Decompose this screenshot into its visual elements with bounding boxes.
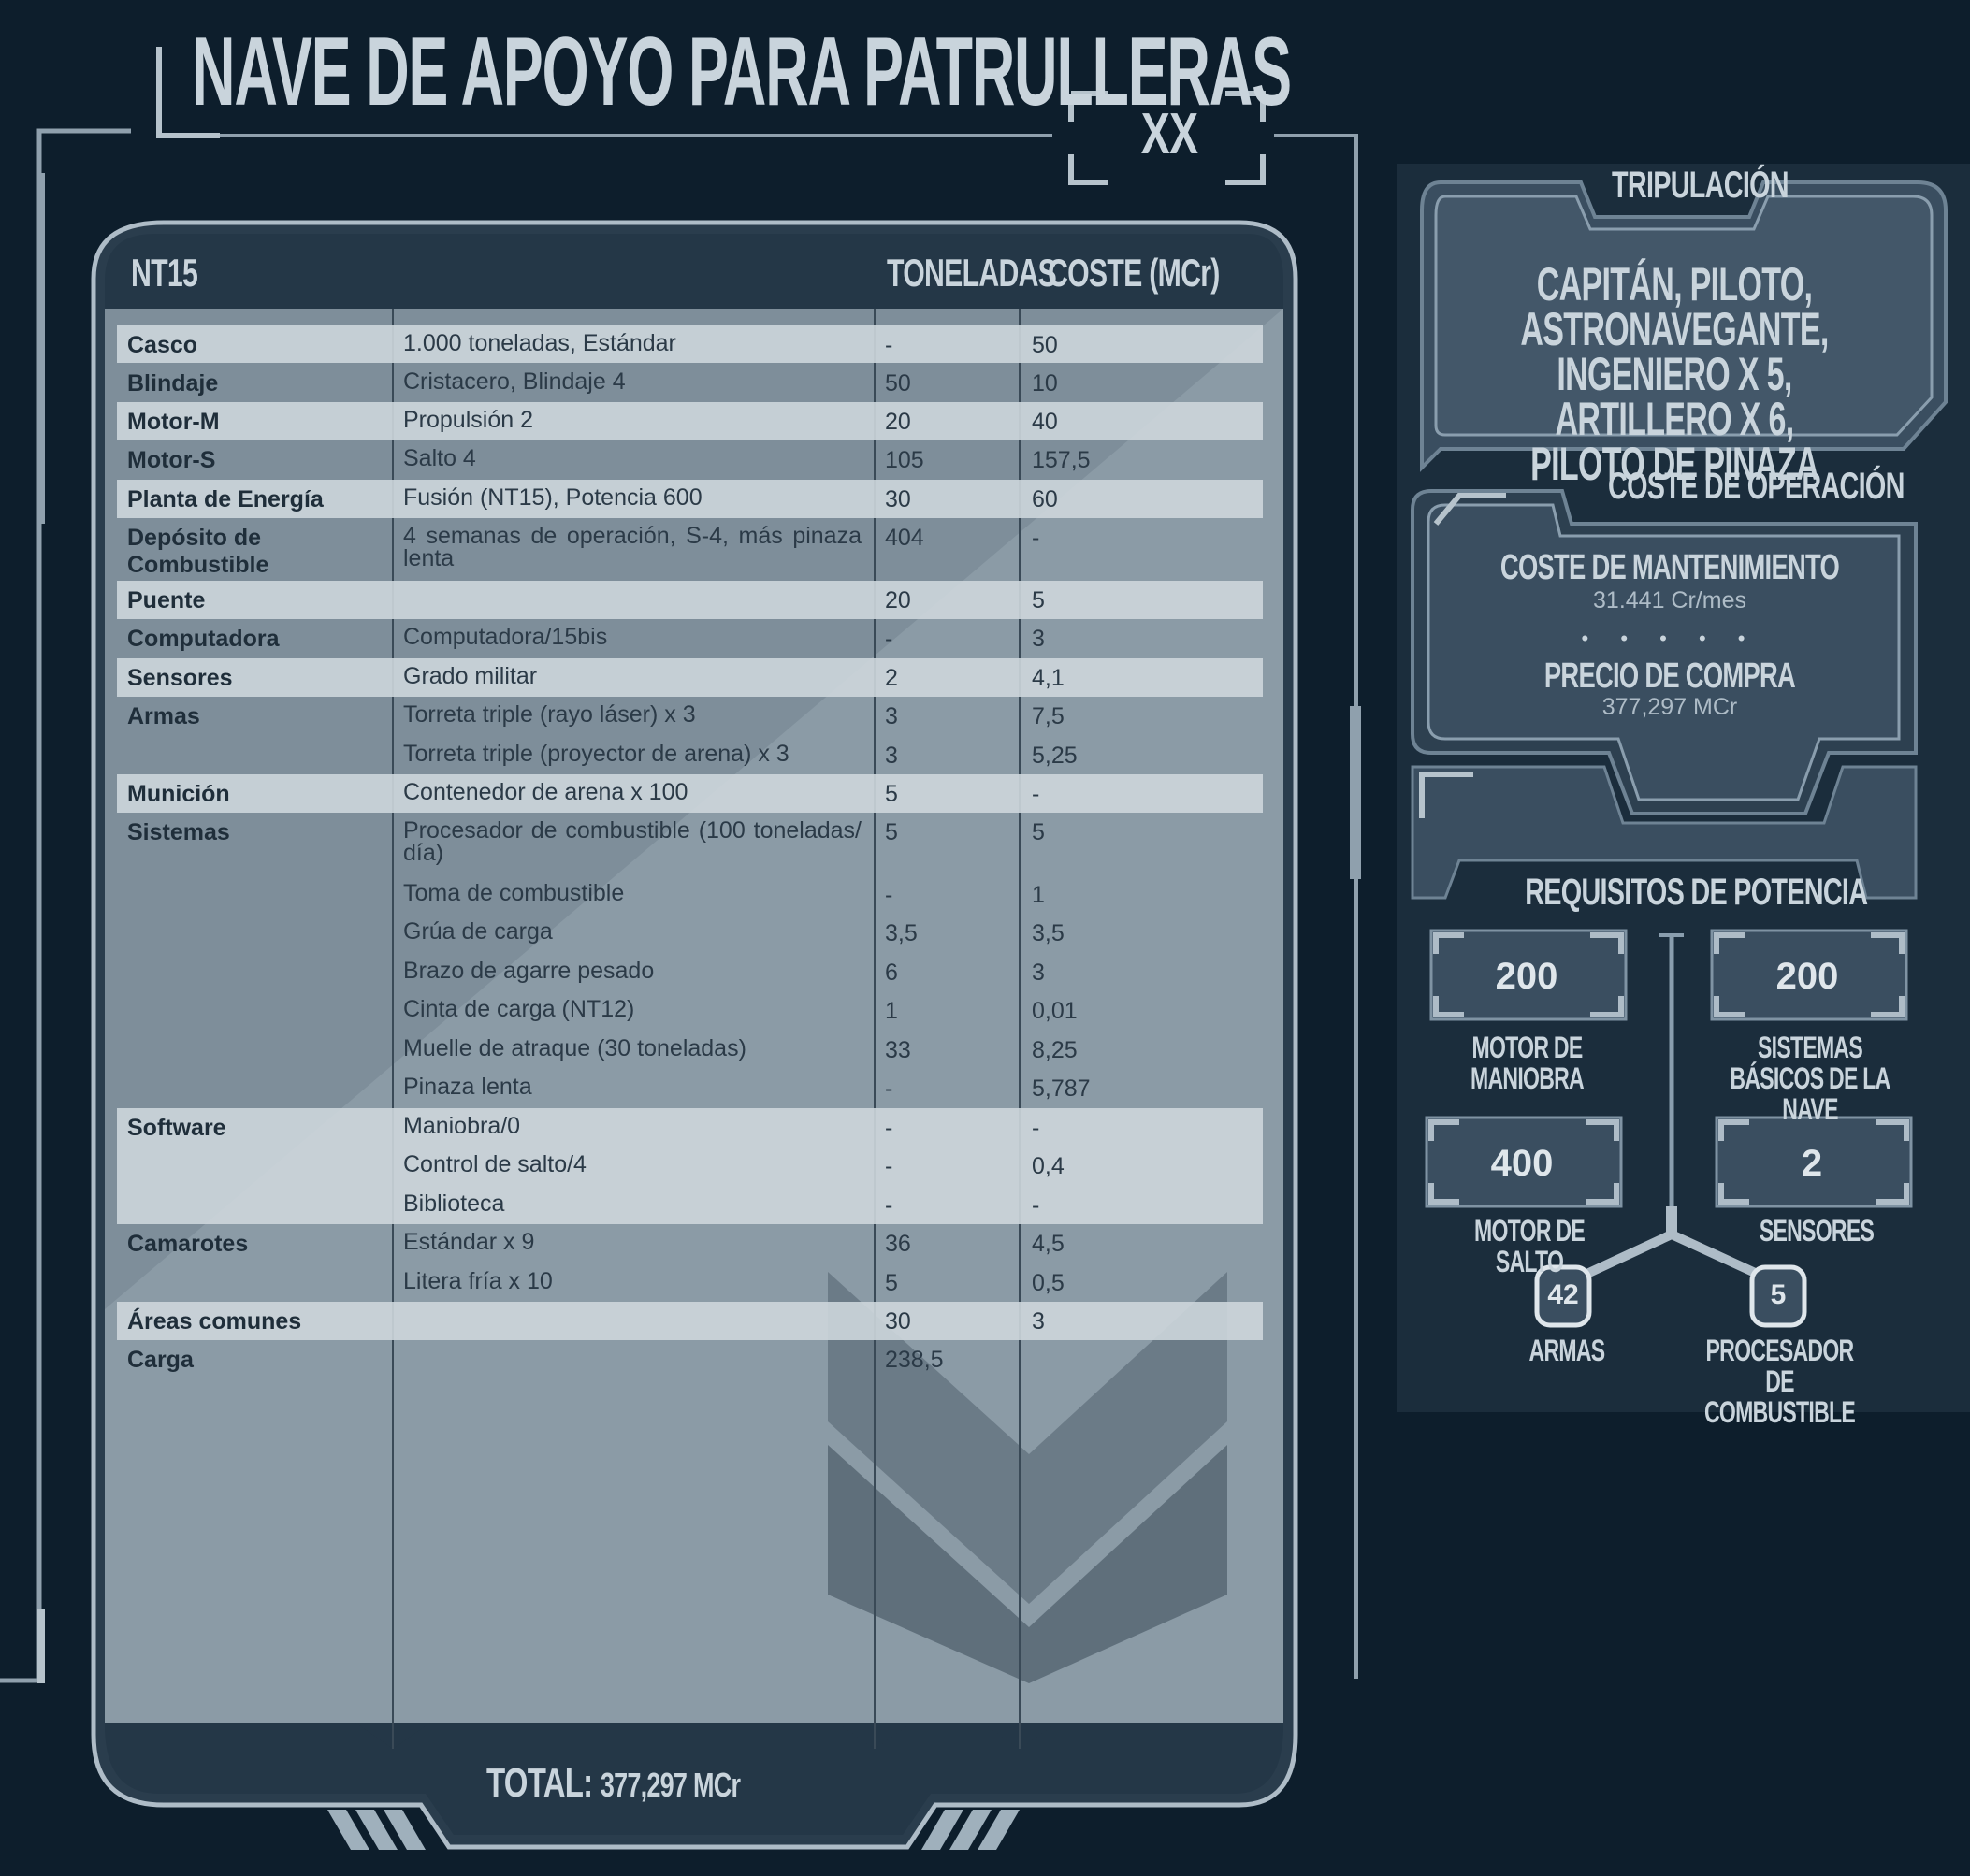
table-row: Pinaza lenta -5,787 — [403, 1074, 1091, 1103]
table-row: Puente 20 5 — [117, 581, 1263, 619]
table-row: Carga 238,5 — [127, 1347, 944, 1373]
table-row: Camarotes Estándar x 9 36 4,5 — [127, 1229, 1065, 1258]
table-row: Toma de combustible -1 — [403, 880, 1045, 909]
maneuver-power-label: MOTOR DE MANIOBRA — [1470, 1031, 1585, 1095]
weapons-power-value: 42 — [1547, 1279, 1579, 1310]
table-row: Sistemas Procesador de combustible (100 t… — [127, 817, 1045, 866]
table-row: Sensores Grado militar 2 4,1 — [117, 658, 1263, 697]
jump-power-label: MOTOR DE SALTO — [1474, 1214, 1586, 1278]
total-value: 377,297 MCr — [600, 1766, 741, 1804]
column-header-cost: COSTE (MCr) — [1048, 251, 1220, 295]
basic-power-value: 200 — [1775, 956, 1839, 997]
table-row: Planta de Energía Fusión (NT15), Potencia… — [117, 480, 1263, 518]
purchase-value: 377,297 MCr — [1601, 694, 1738, 720]
total-cost: TOTAL: 377,297 MCr — [486, 1760, 879, 1807]
maintenance-label: COSTE DE MANTENIMIENTO — [1499, 548, 1840, 587]
table-row: Motor-M Propulsión 2 20 40 — [117, 402, 1263, 440]
sensors-power-label: SENSORES — [1759, 1214, 1875, 1248]
table-row: Cinta de carga (NT12) 1 0,01 — [403, 996, 1078, 1025]
fuel-processor-power-label: PROCESADOR DE COMBUSTIBLE — [1703, 1334, 1856, 1429]
purchase-label: PRECIO DE COMPRA — [1543, 657, 1796, 696]
table-row: Áreas comunes 30 3 — [117, 1302, 1263, 1340]
table-row: Munición Contenedor de arena x 100 5- — [117, 774, 1263, 813]
crew-list: CAPITÁN, PILOTO, ASTRONAVEGANTE, INGENIE… — [1520, 258, 1829, 490]
table-row: Motor-S Salto 4 105 157,5 — [127, 445, 1091, 474]
table-row: Litera fría x 10 5 0,5 — [403, 1268, 1065, 1297]
table-row: Armas Torreta triple (rayo láser) x 3 3 7,5 — [127, 701, 1065, 730]
maintenance-value: 31.441 Cr/mes — [1593, 587, 1746, 613]
maneuver-power-value: 200 — [1495, 956, 1558, 997]
table-row: Brazo de agarre pesado 6 3 — [403, 958, 1045, 987]
table-row: Software Maniobra/0- - — [117, 1108, 1263, 1147]
jump-power-value: 400 — [1490, 1143, 1554, 1184]
tech-level: NT15 — [131, 251, 198, 295]
table-row: Blindaje Cristacero, Blindaje 4 50 10 — [127, 368, 1058, 397]
table-row: Grúa de carga 3,5 3,5 — [403, 918, 1065, 947]
table-row: Muelle de atraque (30 toneladas) 33 8,25 — [403, 1035, 1078, 1064]
fuel-processor-power-value: 5 — [1770, 1279, 1787, 1310]
weapons-power-label: ARMAS — [1528, 1334, 1606, 1367]
separator-dots: • • • • • — [1581, 627, 1759, 650]
table-row: Biblioteca - - — [117, 1186, 1263, 1224]
ship-spec-table: Casco 1.000 toneladas, Estándar -50 Blinda… — [117, 325, 1263, 1379]
table-row: Control de salto/4-0,4 — [117, 1147, 1263, 1186]
basic-power-label: SISTEMAS BÁSICOS DE LA NAVE — [1730, 1031, 1890, 1126]
table-row: Torreta triple (proyector de arena) x 33… — [403, 741, 1078, 770]
volume-number: XX — [1140, 102, 1198, 166]
crew-title: TRIPULACIÓN — [1612, 165, 1789, 206]
table-row: Casco 1.000 toneladas, Estándar -50 — [117, 325, 1263, 363]
operation-title: COSTE DE OPERACIÓN — [1608, 466, 1905, 507]
sensors-power-value: 2 — [1801, 1143, 1823, 1184]
table-row: Computadora Computadora/15bis -3 — [127, 624, 1045, 653]
power-title: REQUISITOS DE POTENCIA — [1525, 872, 1868, 913]
column-header-tons: TONELADAS — [887, 251, 1057, 295]
total-label: TOTAL: — [486, 1760, 593, 1806]
table-header: NT15 TONELADAS COSTE (MCr) — [101, 251, 1285, 307]
table-row: Depósito de Combustible 4 semanas de oper… — [127, 523, 1040, 579]
